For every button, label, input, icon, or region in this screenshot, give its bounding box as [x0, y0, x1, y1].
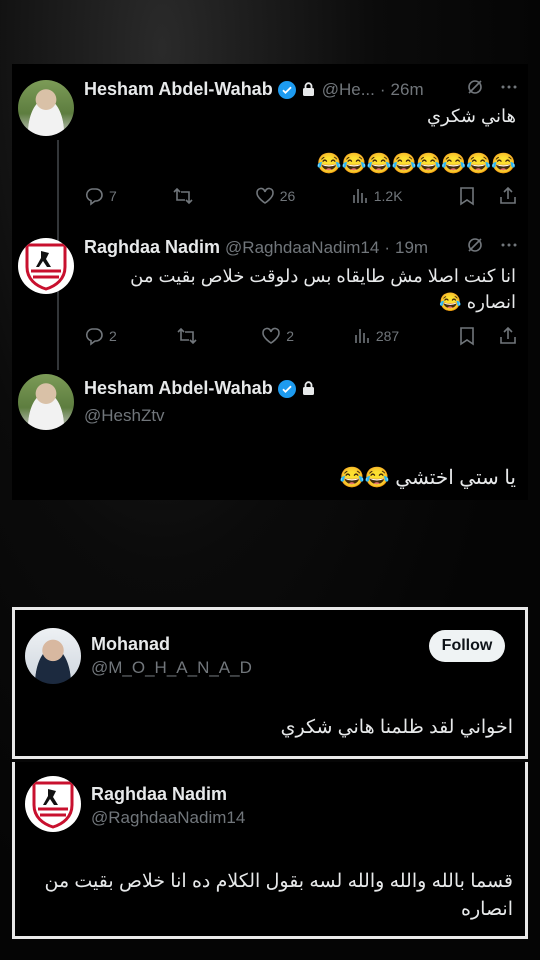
- frame-border: [12, 936, 528, 939]
- views-button[interactable]: 1.2K: [351, 187, 403, 205]
- tweet[interactable]: Raghdaa Nadim @RaghdaaNadim14 · 19m انا …: [12, 224, 528, 364]
- retweet-icon: [176, 327, 197, 345]
- lock-icon: [301, 380, 317, 398]
- tweet-emojis: 😂😂😂😂😂😂😂😂: [316, 153, 516, 175]
- tweet-text: هاني شكري: [426, 106, 516, 126]
- views-icon: [352, 189, 367, 203]
- club-logo: [32, 781, 74, 829]
- secondary-actions: [458, 186, 518, 206]
- avatar[interactable]: [18, 374, 74, 430]
- like-button[interactable]: 26: [255, 186, 296, 206]
- action-bar: 7 26 1.2K: [84, 186, 518, 206]
- more-icon[interactable]: [500, 236, 518, 259]
- reply-count: 2: [109, 328, 117, 344]
- author-name[interactable]: Raghdaa Nadim: [91, 784, 227, 805]
- views-count: 1.2K: [373, 188, 403, 204]
- author-handle[interactable]: @RaghdaaNadim14: [91, 808, 245, 828]
- grok-icon[interactable]: [466, 78, 484, 101]
- reply-button[interactable]: 2: [84, 326, 117, 346]
- reply-icon: [85, 188, 103, 206]
- thread-card: Hesham Abdel-Wahab @He... · 26m هاني شكر…: [12, 64, 528, 500]
- author-name[interactable]: Hesham Abdel-Wahab: [84, 378, 273, 399]
- share-button[interactable]: [498, 186, 518, 206]
- follow-button[interactable]: Follow: [429, 630, 505, 662]
- author-handle[interactable]: @HeshZtv: [84, 406, 165, 426]
- bookmark-button[interactable]: [458, 186, 476, 206]
- header-actions: [466, 236, 518, 259]
- quote-text: انصاره: [461, 899, 513, 920]
- club-logo: [25, 243, 67, 291]
- quote-text: قسما بالله والله والله لسه بقول الكلام د…: [44, 871, 513, 892]
- tweet-text: انصاره 😂: [439, 292, 516, 312]
- author-name[interactable]: Hesham Abdel-Wahab: [84, 79, 273, 100]
- avatar[interactable]: [25, 776, 81, 832]
- share-icon: [500, 326, 516, 344]
- separator-dot: ·: [379, 79, 386, 99]
- like-count: 26: [279, 188, 296, 204]
- tweet-text: يا ستي اختشي 😂😂: [339, 467, 516, 489]
- avatar[interactable]: [18, 80, 74, 136]
- header-actions: [466, 78, 518, 101]
- views-button[interactable]: 287: [353, 327, 399, 345]
- lock-icon: [301, 81, 317, 99]
- author-name[interactable]: Mohanad: [91, 634, 170, 655]
- bookmark-icon: [460, 187, 474, 206]
- quote-card[interactable]: Mohanad @M_O_H_A_N_A_D Follow اخواني لقد…: [12, 610, 528, 756]
- quote-text: اخواني لقد ظلمنا هاني شكري: [280, 717, 513, 738]
- timestamp[interactable]: 19m: [395, 238, 428, 258]
- tweet[interactable]: Hesham Abdel-Wahab @HeshZtv يا ستي اختشي…: [12, 366, 528, 500]
- retweet-button[interactable]: [176, 326, 203, 346]
- separator-dot: ·: [384, 237, 390, 257]
- tweet[interactable]: Hesham Abdel-Wahab @He... · 26m هاني شكر…: [12, 64, 528, 222]
- heart-icon: [262, 327, 281, 344]
- retweet-icon: [173, 187, 193, 205]
- views-icon: [355, 329, 369, 343]
- secondary-actions: [458, 326, 518, 346]
- tweet-header: Hesham Abdel-Wahab @He... · 26m: [84, 78, 518, 101]
- reply-icon: [85, 328, 103, 346]
- share-icon: [500, 186, 516, 204]
- action-bar: 2 2 287: [84, 326, 518, 346]
- bookmark-button[interactable]: [458, 326, 476, 346]
- author-handle[interactable]: @He...: [322, 80, 375, 100]
- verified-badge-icon: [277, 80, 296, 99]
- quote-card[interactable]: Raghdaa Nadim @RaghdaaNadim14 قسما بالله…: [12, 762, 528, 936]
- grok-icon[interactable]: [466, 236, 484, 259]
- heart-icon: [255, 187, 274, 204]
- tweet-text: انا كنت اصلا مش طايقاه بس دلوقت خلاص بقي…: [130, 266, 516, 286]
- avatar[interactable]: [18, 238, 74, 294]
- tweet-header: Hesham Abdel-Wahab: [84, 378, 518, 399]
- bookmark-icon: [460, 327, 474, 346]
- share-button[interactable]: [498, 326, 518, 346]
- author-name[interactable]: Raghdaa Nadim: [84, 237, 220, 258]
- tweet-header: Raghdaa Nadim @RaghdaaNadim14 · 19m: [84, 236, 518, 259]
- frame-border: [12, 756, 528, 759]
- like-count: 2: [286, 328, 295, 344]
- like-button[interactable]: 2: [261, 326, 294, 346]
- avatar[interactable]: [25, 628, 81, 684]
- timestamp[interactable]: 26m: [391, 80, 424, 100]
- author-handle[interactable]: @RaghdaaNadim14: [225, 238, 379, 258]
- reply-button[interactable]: 7: [84, 186, 117, 206]
- author-handle[interactable]: @M_O_H_A_N_A_D: [91, 658, 252, 678]
- retweet-button[interactable]: [172, 186, 199, 206]
- views-count: 287: [375, 328, 400, 344]
- reply-count: 7: [109, 188, 117, 204]
- more-icon[interactable]: [500, 78, 518, 101]
- verified-badge-icon: [277, 379, 296, 398]
